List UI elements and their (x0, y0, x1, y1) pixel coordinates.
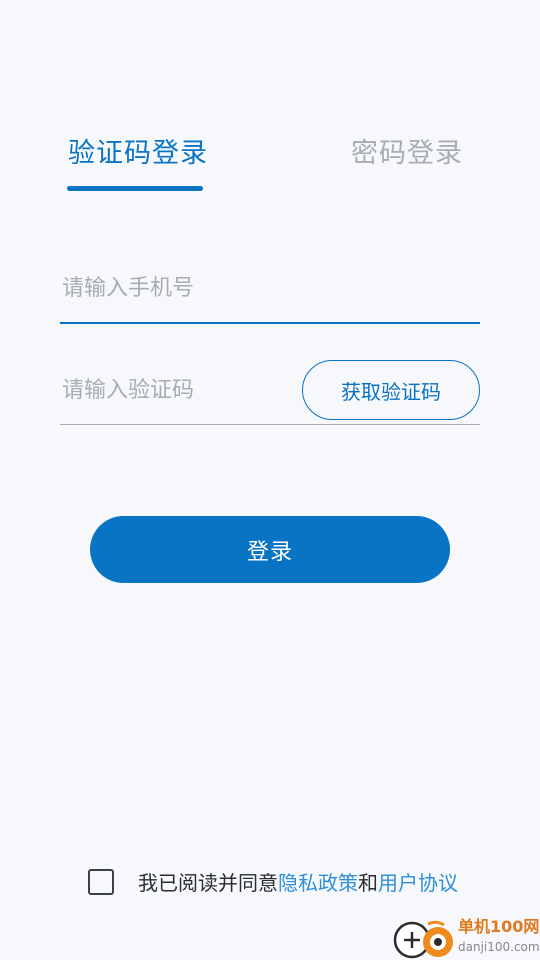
active-tab-indicator (67, 186, 203, 191)
agreement-text: 我已阅读并同意隐私政策和用户协议 (138, 868, 458, 898)
code-input-underline (60, 424, 480, 425)
phone-input[interactable] (60, 266, 482, 310)
verification-code-input[interactable] (60, 368, 292, 412)
agreement-checkbox[interactable] (88, 869, 114, 895)
tab-password-login[interactable]: 密码登录 (351, 132, 463, 176)
privacy-policy-link[interactable]: 隐私政策 (278, 871, 358, 895)
tab-sms-login[interactable]: 验证码登录 (68, 132, 208, 176)
login-button[interactable]: 登录 (90, 516, 450, 583)
phone-input-underline (60, 322, 480, 324)
danji100-logo-icon (393, 920, 453, 959)
agreement-conjunction: 和 (358, 871, 378, 895)
user-agreement-link[interactable]: 用户协议 (378, 871, 458, 895)
watermark-name: 单机100网 (458, 917, 540, 936)
agreement-prefix: 我已阅读并同意 (138, 871, 278, 895)
watermark-domain: danji100.com (458, 940, 540, 954)
get-code-button[interactable]: 获取验证码 (302, 360, 480, 420)
watermark: 单机100网 danji100.com (388, 916, 540, 960)
